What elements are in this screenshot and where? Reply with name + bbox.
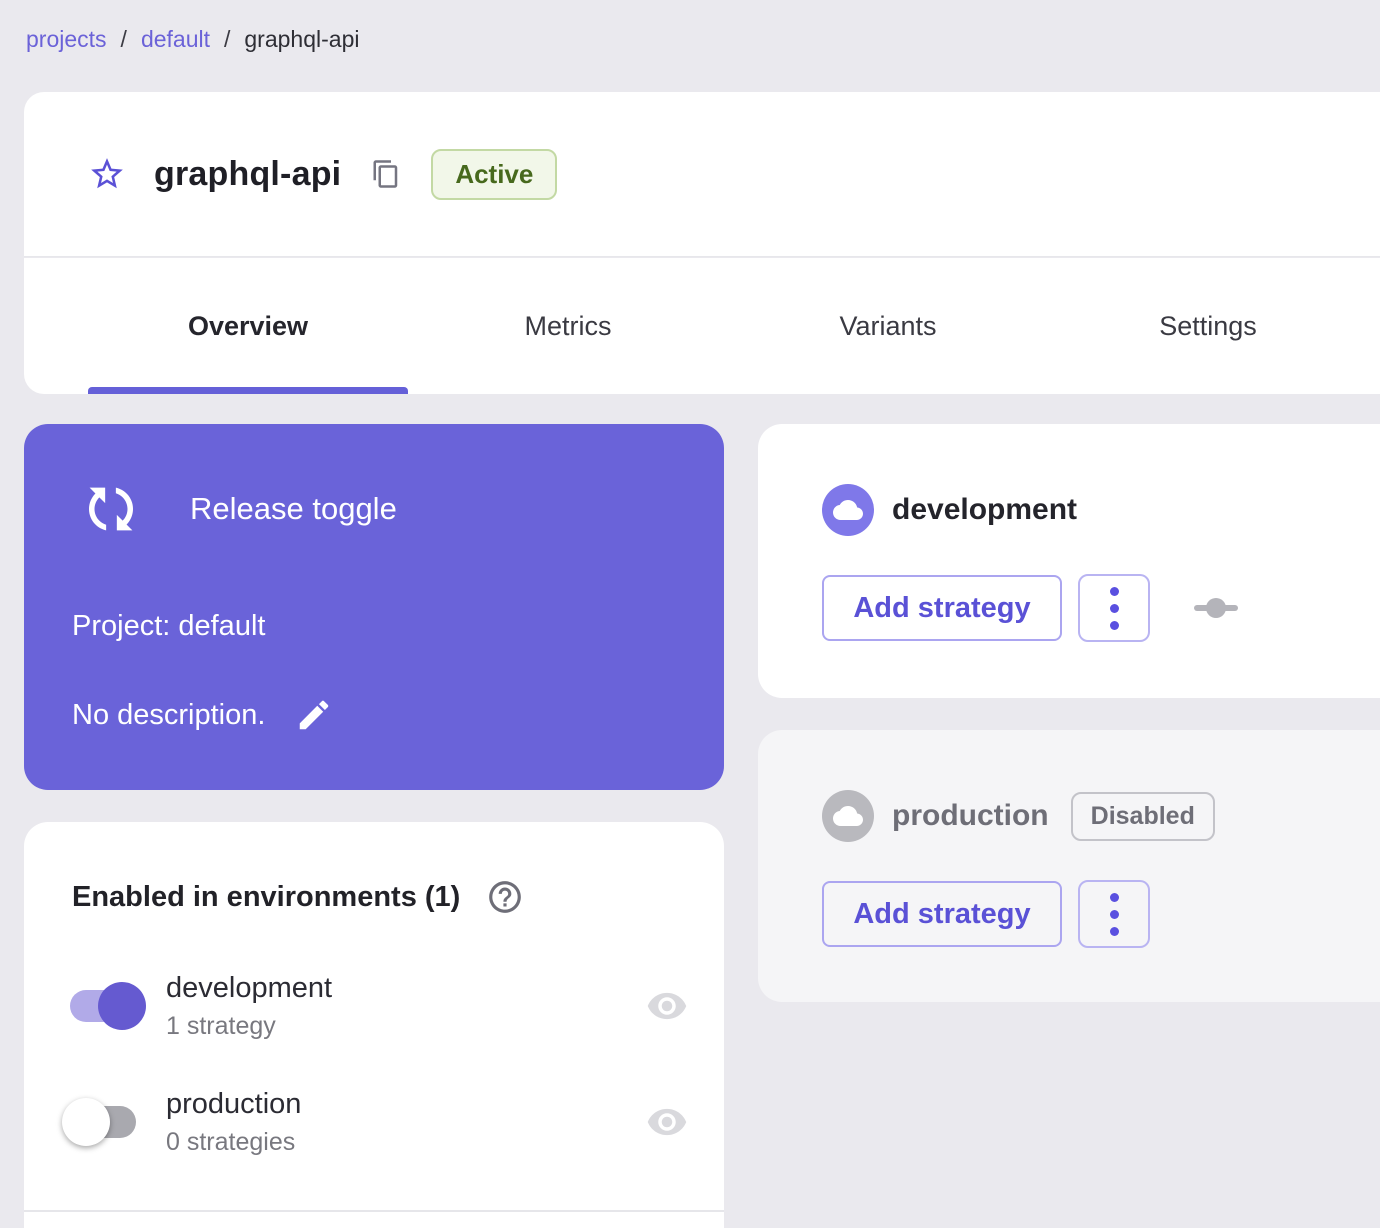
eye-icon[interactable] xyxy=(646,985,688,1027)
copy-icon[interactable] xyxy=(371,159,401,189)
feature-header-card: graphql-api Active xyxy=(24,92,1380,257)
environment-card-name: production xyxy=(892,799,1049,832)
eye-icon[interactable] xyxy=(646,1101,688,1143)
environment-card-name: development xyxy=(892,493,1078,526)
status-badge: Active xyxy=(431,148,558,200)
breadcrumb-current: graphql-api xyxy=(244,26,360,52)
release-toggle-card: Release toggle Project: default No descr… xyxy=(24,424,724,790)
kebab-menu-icon[interactable] xyxy=(1078,574,1150,642)
breadcrumb-separator: / xyxy=(224,26,231,52)
environment-name: production xyxy=(166,1087,302,1120)
kebab-menu-icon[interactable] xyxy=(1078,880,1150,948)
strategy-count: 0 strategies xyxy=(166,1127,296,1156)
edit-description-icon[interactable] xyxy=(295,696,333,734)
add-strategy-button[interactable]: Add strategy xyxy=(822,575,1062,641)
project-label: Project: default xyxy=(72,610,266,642)
breadcrumb: projects / default / graphql-api xyxy=(26,26,359,53)
cloud-icon xyxy=(822,484,874,536)
enabled-environments-panel: Enabled in environments (1) development … xyxy=(24,822,724,1228)
disabled-badge: Disabled xyxy=(1070,791,1215,841)
tab-overview[interactable]: Overview xyxy=(88,258,408,394)
environment-row-development: development 1 strategy xyxy=(68,956,688,1056)
tab-variants[interactable]: Variants xyxy=(728,258,1048,394)
add-strategy-button[interactable]: Add strategy xyxy=(822,881,1062,947)
toggle-type-label: Release toggle xyxy=(190,491,397,526)
production-environment-card: production Disabled Add strategy xyxy=(758,730,1380,1002)
environment-name: development xyxy=(166,971,333,1004)
panel-divider xyxy=(24,1210,724,1212)
cloud-icon xyxy=(822,790,874,842)
rollout-slider-icon xyxy=(1194,598,1238,618)
strategy-count: 1 strategy xyxy=(166,1011,276,1040)
development-environment-card: development Add strategy xyxy=(758,424,1380,698)
environment-row-production: production 0 strategies xyxy=(62,1072,688,1172)
development-toggle[interactable] xyxy=(68,981,146,1031)
tab-bar: Overview Metrics Variants Settings xyxy=(24,258,1380,394)
favorite-star-icon[interactable] xyxy=(88,155,126,193)
help-icon[interactable] xyxy=(486,878,524,916)
tab-metrics[interactable]: Metrics xyxy=(408,258,728,394)
loop-refresh-icon xyxy=(78,476,144,542)
feature-title: graphql-api xyxy=(154,154,342,193)
description-label: No description. xyxy=(72,698,266,731)
breadcrumb-projects-link[interactable]: projects xyxy=(26,26,107,53)
breadcrumb-default-link[interactable]: default xyxy=(141,26,210,53)
production-toggle[interactable] xyxy=(62,1097,146,1147)
breadcrumb-separator: / xyxy=(120,26,127,52)
tab-settings[interactable]: Settings xyxy=(1048,258,1368,394)
enabled-environments-title: Enabled in environments (1) xyxy=(72,880,461,913)
